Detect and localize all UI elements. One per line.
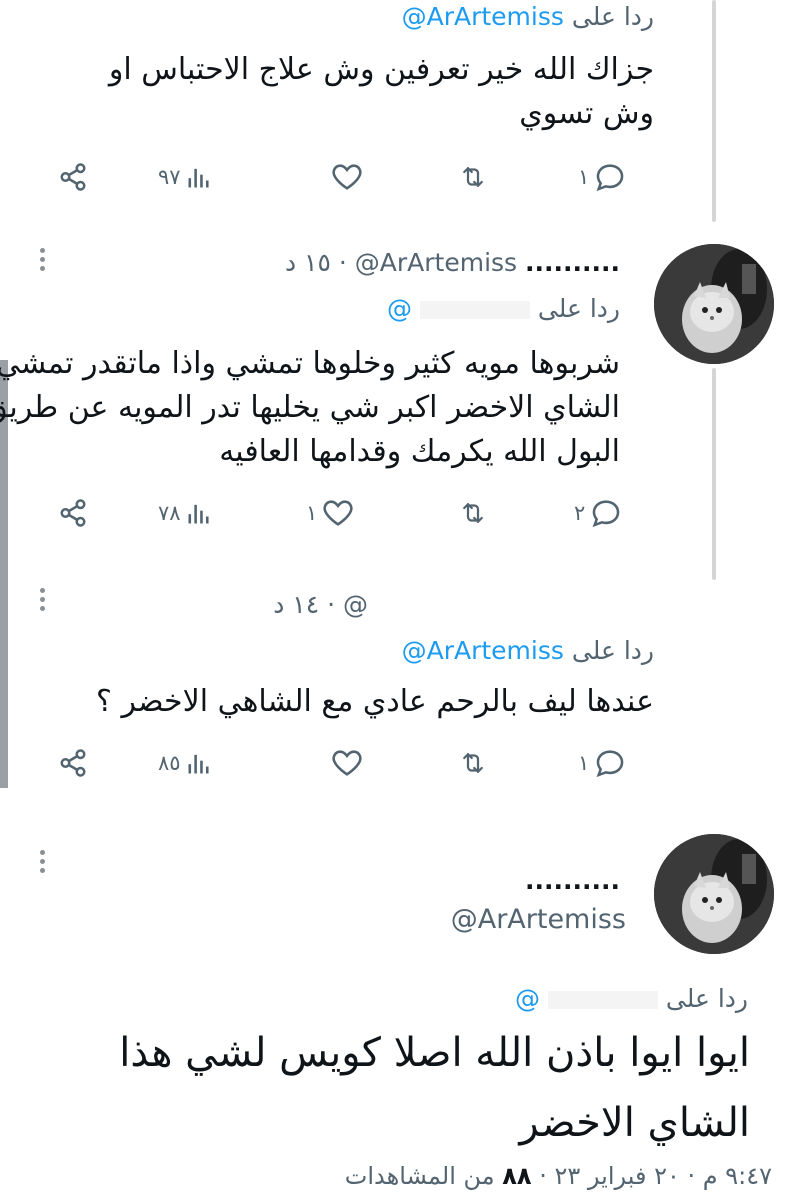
- views-count: ٨٥: [158, 751, 181, 775]
- like-button[interactable]: [326, 160, 364, 194]
- heart-icon: [332, 750, 362, 776]
- timestamp[interactable]: ١٥ د: [285, 248, 331, 277]
- views-button[interactable]: ٩٧: [158, 162, 213, 192]
- heart-icon: [323, 500, 353, 526]
- share-button[interactable]: [58, 748, 88, 778]
- tweet-text-line: شربوها مويه كثير وخلوها تمشي واذا ماتقدر…: [0, 346, 620, 381]
- avatar[interactable]: [654, 244, 774, 364]
- retweet-button[interactable]: [456, 498, 494, 528]
- tweet-text-line: البول الله يكرمك وقدامها العافيه: [219, 434, 620, 469]
- reply-prefix: ردا على: [571, 636, 654, 665]
- reply-button[interactable]: ١: [578, 160, 627, 194]
- reply-handle-link[interactable]: @: [387, 294, 412, 323]
- reply-to-line: ردا على @: [328, 984, 748, 1013]
- reply-handle-link[interactable]: @ArArtemiss: [402, 636, 564, 665]
- reply-icon: [596, 750, 624, 778]
- retweet-icon: [463, 167, 483, 187]
- redacted-handle: [419, 301, 530, 319]
- reply-to-line: ردا على @ArArtemiss: [234, 636, 654, 665]
- reply-to-line: ردا على @: [200, 294, 620, 323]
- tweet-header: @ · ١٤ د: [68, 590, 368, 619]
- share-icon: [60, 163, 86, 191]
- share-button[interactable]: [58, 162, 88, 192]
- avatar[interactable]: [654, 834, 774, 954]
- views-count: ٧٨: [158, 501, 181, 525]
- reply-handle-link[interactable]: @ArArtemiss: [402, 2, 564, 31]
- handle[interactable]: @ArArtemiss: [451, 904, 626, 935]
- more-vertical-icon[interactable]: [40, 248, 46, 275]
- thread-line: [712, 368, 716, 580]
- reply-prefix: ردا على: [571, 2, 654, 31]
- like-count: ١: [306, 501, 318, 525]
- tweet-meta: ٩:٤٧ م · ٢٠ فبراير ٢٣ · ٨٨ من المشاهدات: [12, 1162, 772, 1190]
- tweet-text-line: الشاي الاخضر اكبر شي يخليها تدر المويه ع…: [0, 390, 620, 425]
- reply-handle-link[interactable]: @: [515, 984, 540, 1013]
- timestamp[interactable]: ٩:٤٧ م · ٢٠ فبراير ٢٣ ·: [539, 1162, 772, 1190]
- tweet-text: ايوا ايوا باذن الله اصلا كويس لشي هذا ال…: [30, 1018, 750, 1158]
- heart-icon: [332, 164, 362, 190]
- views-button[interactable]: ٨٥: [158, 748, 213, 778]
- reply-prefix: ردا على: [665, 984, 748, 1013]
- separator: ·: [327, 590, 336, 619]
- tweet-text-line: ايوا ايوا باذن الله اصلا كويس لشي هذا: [119, 1030, 750, 1076]
- display-name[interactable]: ..........: [525, 248, 620, 277]
- more-vertical-icon[interactable]: [40, 588, 46, 615]
- views-count: ٩٧: [158, 165, 181, 189]
- reply-icon: [596, 164, 624, 192]
- views-icon: [188, 504, 209, 524]
- handle[interactable]: @ArArtemiss: [355, 248, 517, 277]
- reply-button[interactable]: ٢: [574, 496, 623, 530]
- retweet-icon: [463, 503, 483, 523]
- retweet-button[interactable]: [456, 748, 494, 778]
- reply-prefix: ردا على: [537, 294, 620, 323]
- tweet-text: جزاك الله خير تعرفين وش علاج الاحتباس او…: [108, 52, 654, 131]
- timestamp[interactable]: ١٤ د: [273, 590, 319, 619]
- redacted-handle: [547, 991, 658, 1009]
- like-button[interactable]: [326, 746, 364, 780]
- views-label[interactable]: من المشاهدات: [345, 1162, 495, 1190]
- views-icon: [188, 754, 209, 774]
- retweet-icon: [463, 753, 483, 773]
- tweet-header: .......... @ArArtemiss · ١٥ د: [60, 248, 620, 277]
- reply-count: ١: [578, 165, 590, 189]
- views-count: ٨٨: [502, 1162, 532, 1190]
- reply-to-line: ردا على @ArArtemiss: [234, 2, 654, 31]
- reply-count: ٢: [574, 501, 586, 525]
- separator: ·: [338, 248, 347, 277]
- reply-count: ١: [578, 751, 590, 775]
- like-button[interactable]: ١: [306, 496, 355, 530]
- share-icon: [60, 749, 86, 777]
- share-button[interactable]: [58, 498, 88, 528]
- views-button[interactable]: ٧٨: [158, 498, 213, 528]
- thread-line: [712, 0, 716, 222]
- retweet-button[interactable]: [456, 162, 494, 192]
- handle[interactable]: @: [343, 590, 368, 619]
- tweet-text: عندها ليف بالرحم عادي مع الشاهي الاخضر ؟: [96, 684, 654, 719]
- tweet-text-line: الشاي الاخضر: [519, 1100, 750, 1146]
- reply-icon: [592, 500, 620, 528]
- reply-button[interactable]: ١: [578, 746, 627, 780]
- display-name[interactable]: ..........: [525, 866, 620, 895]
- share-icon: [60, 499, 86, 527]
- more-vertical-icon[interactable]: [40, 850, 46, 877]
- tweet-text: شربوها مويه كثير وخلوها تمشي واذا ماتقدر…: [0, 342, 620, 474]
- views-icon: [188, 168, 209, 188]
